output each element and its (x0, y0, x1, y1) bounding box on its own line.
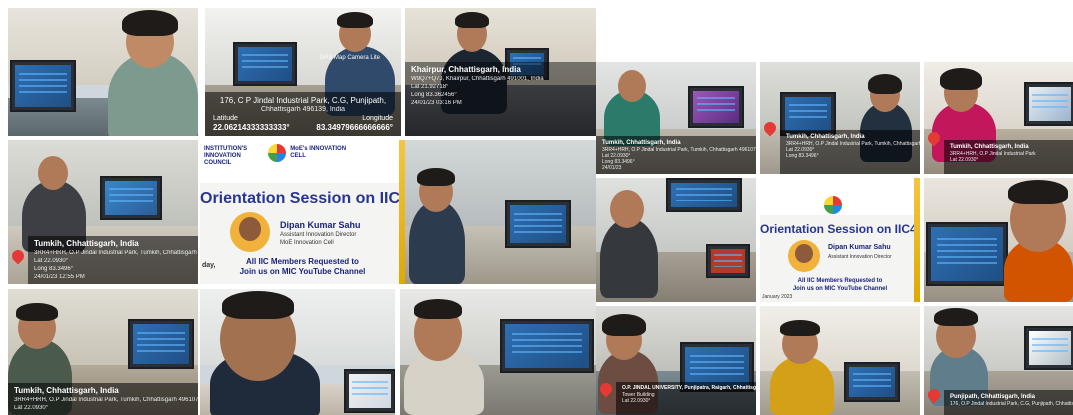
photo-tile-13 (596, 178, 756, 302)
gps-location-title: O.P. JINDAL UNIVERSITY, Punjipatra, Raig… (622, 385, 756, 391)
latitude-value: 22.06214333333333° (213, 123, 290, 132)
photo-tile-1 (8, 8, 198, 136)
gps-overlay: Tumkih, Chhattisgarh, India 3RR4+HRH, O.… (8, 383, 198, 415)
speaker-photo (230, 212, 270, 252)
gps-location-title: Punjipath, Chhattisgarh, India (950, 394, 1036, 400)
photo-tile-17 (760, 306, 920, 415)
photo-tile-16: O.P. JINDAL UNIVERSITY, Punjipatra, Raig… (596, 306, 756, 415)
gps-location-title: Tumkih, Chhattisgarh, India (786, 134, 865, 140)
gps-coord-labels: Latitude Longitude (213, 114, 393, 123)
poster-org-left: INSTITUTION'S INNOVATION COUNCIL (204, 146, 248, 166)
gps-location-title: Tumkih, Chhattisgarh, India (14, 386, 119, 395)
gps-timestamp: 24/01/23 03:16 PM (411, 100, 462, 106)
iic-orientation-poster: INSTITUTION'S INNOVATION COUNCIL MoE's I… (200, 140, 405, 284)
longitude-value: 83.34979666666666° (316, 123, 393, 132)
gps-lat: Lat 21.92718° (411, 84, 449, 90)
innovation-cell-logo-icon (267, 144, 286, 162)
speaker-role: Assistant Innovation Director (828, 254, 892, 260)
gps-address-line: 3RR4+HRH, O.P Jindal Industrial Park, Tu… (14, 397, 198, 403)
gps-address-line: Chhattisgarh 496139, India (260, 106, 346, 113)
speaker-name: Dipan Kumar Sahu (280, 220, 361, 230)
gps-timestamp: 24/01/23 (602, 165, 622, 171)
speaker-role: Assistant Innovation Director (280, 232, 357, 238)
speaker-name: Dipan Kumar Sahu (828, 244, 891, 251)
gps-lat: Lat 22.0930° (14, 405, 49, 411)
photo-tile-8 (200, 289, 395, 415)
poster-date-fragment: day, (202, 262, 216, 269)
gps-location-title: Tumkih, Chhattisgarh, India (602, 140, 681, 146)
poster-org-mid: MoE's INNOVATION CELL (290, 146, 347, 159)
latitude-label: Latitude (213, 115, 238, 122)
gps-long: Long 83.3496° (34, 266, 74, 272)
gps-coord-values: 22.06214333333333° 83.34979666666666° (213, 123, 393, 132)
gps-overlay: Tumkih, Chhattisgarh, India 3RR4+HRH, O.… (596, 136, 756, 174)
photo-tile-2: 176, C P Jindal Industrial Park, C.G, Pu… (205, 8, 401, 136)
photo-tile-15 (924, 178, 1073, 302)
poster-headline: Orientation Session on IIC4.0 (760, 222, 920, 236)
gps-address-line: W9Q7+Q7J, Khairpur, Chhattisgarh 491001,… (411, 76, 544, 82)
gps-address: 176, C P Jindal Industrial Park, C.G, Pu… (219, 96, 387, 105)
gps-location-title: Tumkih, Chhattisgarh, India (950, 144, 1029, 150)
poster-cta: All IIC Members Requested to (246, 257, 359, 266)
poster-cta-line2: Join us on MIC YouTube Channel (239, 267, 366, 276)
camera-app-badge: GPS Map Camera Lite (319, 55, 380, 61)
poster-cta-line2: Join us on MIC YouTube Channel (792, 286, 888, 292)
poster-cta: All IIC Members Requested to (797, 278, 883, 284)
gps-address-line: 3RR4+HRH, O.P Jindal Industrial Park, Tu… (34, 250, 198, 256)
poster-date-fragment: January 2023 (762, 294, 793, 300)
photo-tile-7: Tumkih, Chhattisgarh, India 3RR4+HRH, O.… (8, 289, 198, 415)
photo-collage: 176, C P Jindal Industrial Park, C.G, Pu… (0, 0, 1073, 415)
gps-lat: Lat 22.0930° (622, 398, 651, 404)
gps-long: Long 83.362456° (411, 92, 457, 98)
gps-location-title: Khairpur, Chhattisgarh, India (411, 65, 521, 74)
gps-timestamp: 24/01/23 12:55 PM (34, 274, 85, 280)
photo-tile-3: Khairpur, Chhattisgarh, India W9Q7+Q7J, … (405, 8, 596, 136)
speaker-role-org: MoE Innovation Cell (280, 240, 334, 246)
longitude-label: Longitude (362, 115, 393, 122)
gps-overlay: O.P. JINDAL UNIVERSITY, Punjipatra, Raig… (616, 382, 756, 415)
gps-overlay: Punjipath, Chhattisgarh, India 176, O.P … (944, 390, 1073, 415)
photo-tile-10: Tumkih, Chhattisgarh, India 3RR4+HRH, O.… (596, 62, 756, 174)
photo-tile-6 (405, 140, 596, 284)
gps-lat: Lat 22.0930° (950, 157, 979, 163)
gps-overlay: Khairpur, Chhattisgarh, India W9Q7+Q7J, … (405, 62, 596, 136)
gps-location-title: Tumkih, Chhattisgarh, India (34, 239, 139, 248)
innovation-cell-logo-icon (824, 196, 842, 214)
poster-headline: Orientation Session on IIC4.0 (200, 190, 405, 207)
gps-lat: Lat 22.0930° (34, 258, 69, 264)
photo-tile-18: Punjipath, Chhattisgarh, India 176, O.P … (924, 306, 1073, 415)
photo-tile-9 (400, 289, 596, 415)
gps-address-line: 176, O.P Jindal Industrial Park, C.G, Pu… (950, 401, 1073, 407)
gps-overlay: Tumkih, Chhattisgarh, India 3RR4+HRH, O.… (780, 130, 920, 174)
gps-overlay: 176, C P Jindal Industrial Park, C.G, Pu… (205, 92, 401, 136)
iic-orientation-poster-2: Orientation Session on IIC4.0 Dipan Kuma… (760, 178, 920, 302)
gps-long: Long 83.3496° (786, 153, 819, 159)
speaker-photo (788, 240, 820, 272)
gps-overlay: Tumkih, Chhattisgarh, India 3RR4+HRH, O.… (944, 140, 1073, 174)
photo-tile-11: Tumkih, Chhattisgarh, India 3RR4+HRH, O.… (760, 62, 920, 174)
photo-tile-4: Tumkih, Chhattisgarh, India 3RR4+HRH, O.… (8, 140, 198, 284)
photo-tile-12: Tumkih, Chhattisgarh, India 3RR4+HRH, O.… (924, 62, 1073, 174)
gps-overlay: Tumkih, Chhattisgarh, India 3RR4+HRH, O.… (28, 236, 198, 284)
